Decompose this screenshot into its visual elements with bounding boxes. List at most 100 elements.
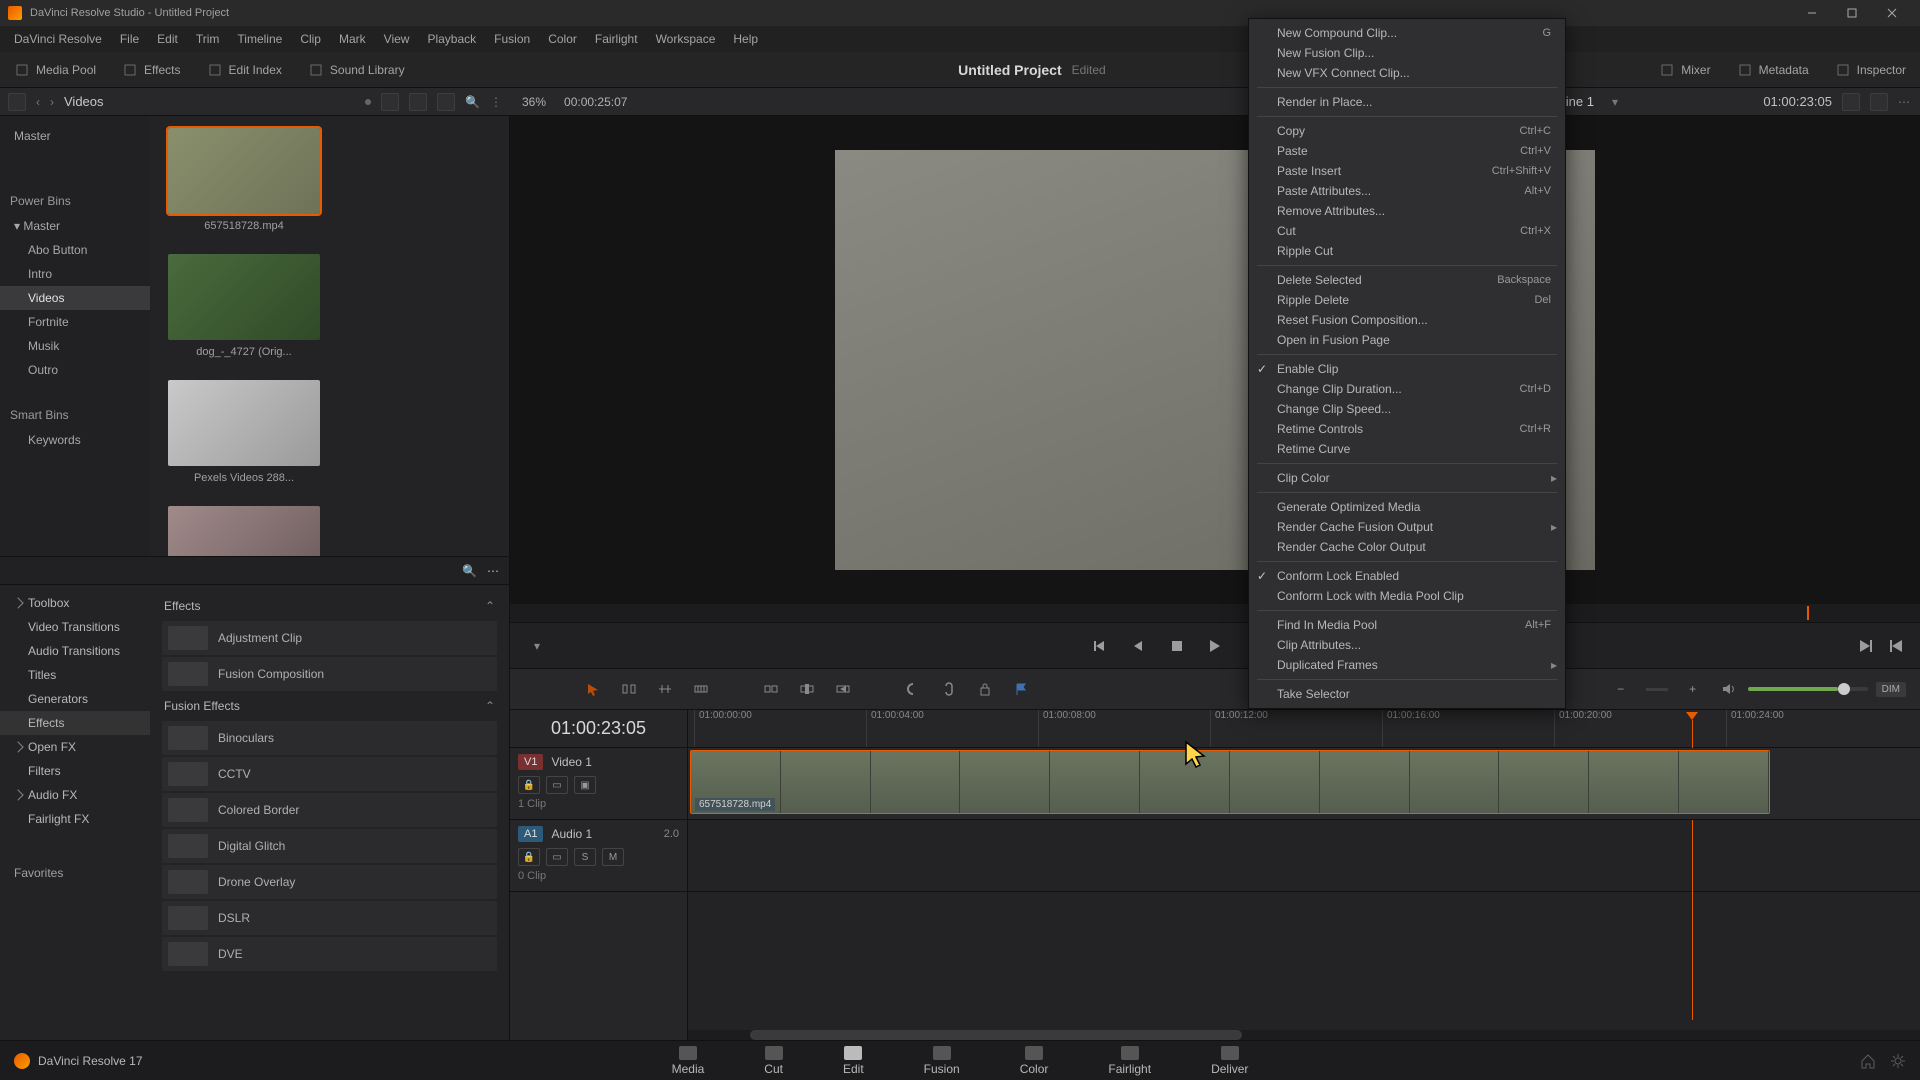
- pool-view-button[interactable]: [8, 93, 26, 111]
- strip-view-button[interactable]: [409, 93, 427, 111]
- edit-index-button[interactable]: Edit Index: [201, 58, 288, 82]
- ctx-paste-insert[interactable]: Paste InsertCtrl+Shift+V: [1249, 161, 1565, 181]
- menu-workspace[interactable]: Workspace: [648, 28, 724, 50]
- settings-icon[interactable]: [1890, 1053, 1906, 1069]
- timeline-clip[interactable]: 657518728.mp4: [690, 750, 1770, 814]
- playhead-marker[interactable]: [1686, 712, 1698, 720]
- ctx-cut[interactable]: CutCtrl+X: [1249, 221, 1565, 241]
- a1-lock-button[interactable]: 🔒: [518, 848, 540, 866]
- tab-color[interactable]: Color: [1020, 1046, 1049, 1076]
- a1-solo-button[interactable]: S: [574, 848, 596, 866]
- fx-fusion-composition[interactable]: Fusion Composition: [162, 657, 497, 691]
- clip-thumbnail[interactable]: [168, 128, 320, 214]
- nav-back-icon[interactable]: ‹: [36, 95, 40, 109]
- goto-in-icon[interactable]: [1856, 636, 1876, 656]
- bin-master[interactable]: Master: [0, 124, 150, 148]
- fx-binoculars[interactable]: Binoculars: [162, 721, 497, 755]
- bin-abo-button[interactable]: Abo Button: [0, 238, 150, 262]
- lock-icon[interactable]: [974, 678, 996, 700]
- goto-out-icon[interactable]: [1886, 636, 1906, 656]
- ctx-change-clip-duration[interactable]: Change Clip Duration...Ctrl+D: [1249, 379, 1565, 399]
- menu-edit[interactable]: Edit: [149, 28, 186, 50]
- zoom-slider[interactable]: [1646, 678, 1668, 700]
- ctx-ripple-cut[interactable]: Ripple Cut: [1249, 241, 1565, 261]
- play-icon[interactable]: [1205, 636, 1225, 656]
- fxtree-generators[interactable]: Generators: [0, 687, 150, 711]
- link-icon[interactable]: [938, 678, 960, 700]
- tab-cut[interactable]: Cut: [764, 1046, 783, 1076]
- ctx-conform-lock-enabled[interactable]: ✓Conform Lock Enabled: [1249, 566, 1565, 586]
- speaker-icon[interactable]: [1718, 678, 1740, 700]
- timeline-tracks[interactable]: 01:00:00:0001:00:04:0001:00:08:0001:00:1…: [688, 710, 1920, 1040]
- timeline-hscroll[interactable]: [688, 1030, 1920, 1040]
- fxtree-titles[interactable]: Titles: [0, 663, 150, 687]
- minimize-button[interactable]: [1792, 0, 1832, 26]
- ctx-render-in-place[interactable]: Render in Place...: [1249, 92, 1565, 112]
- prev-edit-icon[interactable]: [1091, 636, 1111, 656]
- fx-cctv[interactable]: CCTV: [162, 757, 497, 791]
- clip-thumbnail[interactable]: [168, 506, 320, 556]
- timeline-ruler[interactable]: 01:00:00:0001:00:04:0001:00:08:0001:00:1…: [688, 710, 1920, 748]
- clip-thumbnail[interactable]: [168, 380, 320, 466]
- fxcat-fusion-effects[interactable]: Fusion Effects⌃: [162, 693, 497, 719]
- scrubber-playhead[interactable]: [1807, 606, 1809, 620]
- ctx-enable-clip[interactable]: ✓Enable Clip: [1249, 359, 1565, 379]
- menu-clip[interactable]: Clip: [292, 28, 329, 50]
- menu-file[interactable]: File: [112, 28, 147, 50]
- menu-view[interactable]: View: [376, 28, 418, 50]
- audio-track[interactable]: [688, 820, 1920, 892]
- insert-icon[interactable]: [760, 678, 782, 700]
- a1-tag[interactable]: A1: [518, 826, 543, 842]
- zoom-in-icon[interactable]: +: [1682, 678, 1704, 700]
- effects-button[interactable]: Effects: [116, 58, 186, 82]
- arrow-tool-icon[interactable]: [582, 678, 604, 700]
- viewer-scrubber[interactable]: [510, 604, 1920, 622]
- nav-fwd-icon[interactable]: ›: [50, 95, 54, 109]
- tab-edit[interactable]: Edit: [843, 1046, 864, 1076]
- fxtree-favorites[interactable]: Favorites: [0, 861, 150, 885]
- list-view-button[interactable]: [437, 93, 455, 111]
- stop-icon[interactable]: [1167, 636, 1187, 656]
- sound-library-button[interactable]: Sound Library: [302, 58, 411, 82]
- ctx-new-vfx-connect-clip[interactable]: New VFX Connect Clip...: [1249, 63, 1565, 83]
- bin-videos[interactable]: Videos: [0, 286, 150, 310]
- menu-timeline[interactable]: Timeline: [229, 28, 290, 50]
- fxtree-effects[interactable]: Effects: [0, 711, 150, 735]
- ctx-reset-fusion-composition[interactable]: Reset Fusion Composition...: [1249, 310, 1565, 330]
- menu-fairlight[interactable]: Fairlight: [587, 28, 646, 50]
- ctx-duplicated-frames[interactable]: Duplicated Frames▸: [1249, 655, 1565, 675]
- ctx-retime-controls[interactable]: Retime ControlsCtrl+R: [1249, 419, 1565, 439]
- fxtree-video-transitions[interactable]: Video Transitions: [0, 615, 150, 639]
- metadata-button[interactable]: Metadata: [1731, 58, 1815, 82]
- fxtree-filters[interactable]: Filters: [0, 759, 150, 783]
- ctx-new-fusion-clip[interactable]: New Fusion Clip...: [1249, 43, 1565, 63]
- ctx-conform-lock-with-media-pool-clip[interactable]: Conform Lock with Media Pool Clip: [1249, 586, 1565, 606]
- fxtree-audio-fx[interactable]: Audio FX: [0, 783, 150, 807]
- hscroll-thumb[interactable]: [750, 1030, 1243, 1040]
- ctx-delete-selected[interactable]: Delete SelectedBackspace: [1249, 270, 1565, 290]
- close-button[interactable]: [1872, 0, 1912, 26]
- bin-intro[interactable]: Intro: [0, 262, 150, 286]
- fx-drone-overlay[interactable]: Drone Overlay: [162, 865, 497, 899]
- ctx-clip-attributes[interactable]: Clip Attributes...: [1249, 635, 1565, 655]
- ctx-generate-optimized-media[interactable]: Generate Optimized Media: [1249, 497, 1565, 517]
- grid-view-button[interactable]: [381, 93, 399, 111]
- zoom-out-icon[interactable]: −: [1610, 678, 1632, 700]
- flag-icon[interactable]: [1010, 678, 1032, 700]
- viewer-zoom[interactable]: 36%: [522, 95, 546, 109]
- single-viewer-button[interactable]: [1870, 93, 1888, 111]
- ctx-ripple-delete[interactable]: Ripple DeleteDel: [1249, 290, 1565, 310]
- clip-item[interactable]: Pexels Videos 288...: [168, 380, 320, 484]
- pool-search-icon[interactable]: 🔍: [462, 564, 477, 578]
- search-icon[interactable]: 🔍: [465, 95, 480, 109]
- home-icon[interactable]: [1860, 1053, 1876, 1069]
- ctx-change-clip-speed[interactable]: Change Clip Speed...: [1249, 399, 1565, 419]
- ctx-new-compound-clip[interactable]: New Compound Clip...G: [1249, 23, 1565, 43]
- bin-fortnite[interactable]: Fortnite: [0, 310, 150, 334]
- strip-timecode[interactable]: 01:00:23:05: [1763, 94, 1832, 109]
- fxtree-audio-transitions[interactable]: Audio Transitions: [0, 639, 150, 663]
- ctx-find-in-media-pool[interactable]: Find In Media PoolAlt+F: [1249, 615, 1565, 635]
- ctx-paste[interactable]: PasteCtrl+V: [1249, 141, 1565, 161]
- overwrite-icon[interactable]: [796, 678, 818, 700]
- dynamic-trim-icon[interactable]: [654, 678, 676, 700]
